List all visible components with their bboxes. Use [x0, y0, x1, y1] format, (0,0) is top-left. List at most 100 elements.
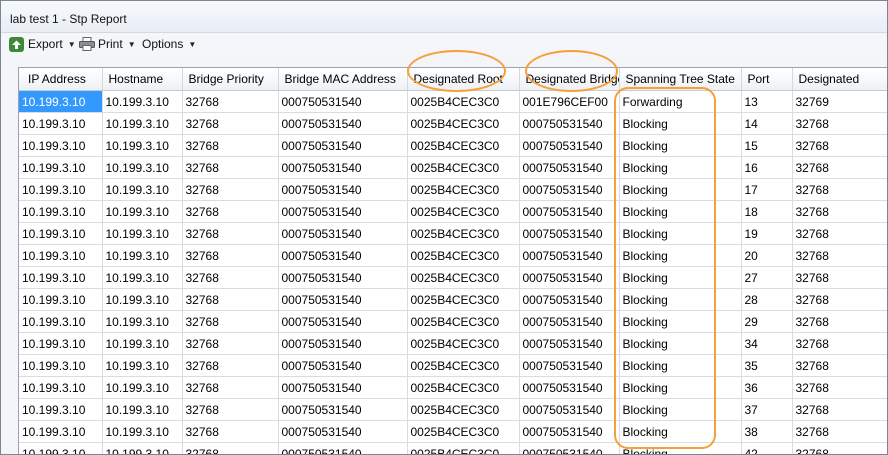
cell-bridge-mac-address[interactable]: 000750531540 [278, 398, 408, 421]
table-row[interactable]: 10.199.3.10 10.199.3.10 32768 000750531540 0… [19, 310, 887, 333]
table-row[interactable]: 10.199.3.10 10.199.3.10 32768 000750531540 0… [19, 376, 887, 399]
cell-ip-address[interactable]: 10.199.3.10 [19, 420, 103, 443]
cell-designated-bridge[interactable]: 000750531540 [519, 200, 620, 223]
cell-designated[interactable]: 32768 [792, 222, 887, 245]
cell-designated[interactable]: 32768 [792, 354, 887, 377]
cell-bridge-priority[interactable]: 32768 [182, 134, 279, 157]
cell-ip-address[interactable]: 10.199.3.10 [19, 200, 103, 223]
cell-designated-bridge[interactable]: 000750531540 [519, 134, 620, 157]
column-header-hostname[interactable]: Hostname [102, 68, 183, 91]
column-header-port[interactable]: Port [741, 68, 793, 91]
cell-designated[interactable]: 32768 [792, 398, 887, 421]
print-menu-button[interactable]: Print ▼ [79, 36, 136, 52]
cell-bridge-priority[interactable]: 32768 [182, 310, 279, 333]
cell-bridge-priority[interactable]: 32768 [182, 376, 279, 399]
cell-spanning-tree-state[interactable]: Blocking [619, 310, 742, 333]
cell-designated-bridge[interactable]: 000750531540 [519, 112, 620, 135]
cell-designated-bridge[interactable]: 001E796CEF00 [519, 90, 620, 113]
cell-bridge-priority[interactable]: 32768 [182, 90, 279, 113]
cell-hostname[interactable]: 10.199.3.10 [102, 90, 183, 113]
cell-designated[interactable]: 32768 [792, 178, 887, 201]
cell-ip-address[interactable]: 10.199.3.10 [19, 332, 103, 355]
table-row[interactable]: 10.199.3.10 10.199.3.10 32768 000750531540 0… [19, 134, 887, 157]
cell-ip-address[interactable]: 10.199.3.10 [19, 112, 103, 135]
cell-spanning-tree-state[interactable]: Blocking [619, 420, 742, 443]
cell-port[interactable]: 13 [741, 90, 793, 113]
cell-ip-address[interactable]: 10.199.3.10 [19, 222, 103, 245]
cell-designated-bridge[interactable]: 000750531540 [519, 420, 620, 443]
cell-bridge-priority[interactable]: 32768 [182, 266, 279, 289]
cell-spanning-tree-state[interactable]: Blocking [619, 178, 742, 201]
cell-designated-root[interactable]: 0025B4CEC3C0 [407, 222, 520, 245]
cell-designated[interactable]: 32768 [792, 112, 887, 135]
cell-hostname[interactable]: 10.199.3.10 [102, 156, 183, 179]
cell-bridge-mac-address[interactable]: 000750531540 [278, 134, 408, 157]
cell-bridge-priority[interactable]: 32768 [182, 354, 279, 377]
cell-designated[interactable]: 32768 [792, 200, 887, 223]
cell-port[interactable]: 36 [741, 376, 793, 399]
cell-bridge-priority[interactable]: 32768 [182, 200, 279, 223]
cell-bridge-mac-address[interactable]: 000750531540 [278, 376, 408, 399]
cell-ip-address[interactable]: 10.199.3.10 [19, 354, 103, 377]
cell-port[interactable]: 15 [741, 134, 793, 157]
table-row[interactable]: 10.199.3.10 10.199.3.10 32768 000750531540 0… [19, 178, 887, 201]
cell-ip-address[interactable]: 10.199.3.10 [19, 310, 103, 333]
cell-designated-bridge[interactable]: 000750531540 [519, 354, 620, 377]
table-row[interactable]: 10.199.3.10 10.199.3.10 32768 000750531540 0… [19, 288, 887, 311]
cell-ip-address[interactable]: 10.199.3.10 [19, 134, 103, 157]
cell-ip-address[interactable]: 10.199.3.10 [19, 90, 103, 113]
cell-designated[interactable]: 32768 [792, 376, 887, 399]
cell-designated-root[interactable]: 0025B4CEC3C0 [407, 90, 520, 113]
column-header-designated[interactable]: Designated [792, 68, 887, 91]
cell-designated-root[interactable]: 0025B4CEC3C0 [407, 354, 520, 377]
cell-designated-root[interactable]: 0025B4CEC3C0 [407, 332, 520, 355]
cell-designated-bridge[interactable]: 000750531540 [519, 156, 620, 179]
cell-designated-root[interactable]: 0025B4CEC3C0 [407, 244, 520, 267]
cell-designated-root[interactable]: 0025B4CEC3C0 [407, 156, 520, 179]
cell-spanning-tree-state[interactable]: Blocking [619, 442, 742, 454]
cell-hostname[interactable]: 10.199.3.10 [102, 134, 183, 157]
cell-spanning-tree-state[interactable]: Blocking [619, 288, 742, 311]
cell-bridge-priority[interactable]: 32768 [182, 156, 279, 179]
cell-designated[interactable]: 32768 [792, 266, 887, 289]
cell-port[interactable]: 27 [741, 266, 793, 289]
cell-spanning-tree-state[interactable]: Blocking [619, 332, 742, 355]
cell-bridge-mac-address[interactable]: 000750531540 [278, 244, 408, 267]
cell-bridge-priority[interactable]: 32768 [182, 398, 279, 421]
cell-ip-address[interactable]: 10.199.3.10 [19, 376, 103, 399]
cell-bridge-priority[interactable]: 32768 [182, 332, 279, 355]
cell-designated[interactable]: 32768 [792, 244, 887, 267]
cell-spanning-tree-state[interactable]: Blocking [619, 134, 742, 157]
cell-spanning-tree-state[interactable]: Blocking [619, 156, 742, 179]
cell-designated[interactable]: 32768 [792, 310, 887, 333]
cell-hostname[interactable]: 10.199.3.10 [102, 288, 183, 311]
cell-bridge-mac-address[interactable]: 000750531540 [278, 222, 408, 245]
table-row[interactable]: 10.199.3.10 10.199.3.10 32768 000750531540 0… [19, 90, 887, 113]
cell-designated-root[interactable]: 0025B4CEC3C0 [407, 134, 520, 157]
cell-designated-bridge[interactable]: 000750531540 [519, 310, 620, 333]
cell-bridge-mac-address[interactable]: 000750531540 [278, 200, 408, 223]
cell-port[interactable]: 34 [741, 332, 793, 355]
cell-hostname[interactable]: 10.199.3.10 [102, 376, 183, 399]
cell-hostname[interactable]: 10.199.3.10 [102, 354, 183, 377]
cell-designated-root[interactable]: 0025B4CEC3C0 [407, 112, 520, 135]
cell-port[interactable]: 17 [741, 178, 793, 201]
cell-ip-address[interactable]: 10.199.3.10 [19, 288, 103, 311]
cell-hostname[interactable]: 10.199.3.10 [102, 178, 183, 201]
cell-spanning-tree-state[interactable]: Blocking [619, 222, 742, 245]
cell-designated-root[interactable]: 0025B4CEC3C0 [407, 442, 520, 454]
cell-ip-address[interactable]: 10.199.3.10 [19, 244, 103, 267]
table-row[interactable]: 10.199.3.10 10.199.3.10 32768 000750531540 0… [19, 200, 887, 223]
table-row[interactable]: 10.199.3.10 10.199.3.10 32768 000750531540 0… [19, 222, 887, 245]
cell-port[interactable]: 20 [741, 244, 793, 267]
cell-designated[interactable]: 32769 [792, 90, 887, 113]
cell-designated[interactable]: 32768 [792, 288, 887, 311]
cell-designated-bridge[interactable]: 000750531540 [519, 266, 620, 289]
cell-ip-address[interactable]: 10.199.3.10 [19, 178, 103, 201]
cell-port[interactable]: 29 [741, 310, 793, 333]
cell-spanning-tree-state[interactable]: Forwarding [619, 90, 742, 113]
cell-spanning-tree-state[interactable]: Blocking [619, 398, 742, 421]
cell-hostname[interactable]: 10.199.3.10 [102, 420, 183, 443]
cell-spanning-tree-state[interactable]: Blocking [619, 244, 742, 267]
cell-designated[interactable]: 32768 [792, 332, 887, 355]
